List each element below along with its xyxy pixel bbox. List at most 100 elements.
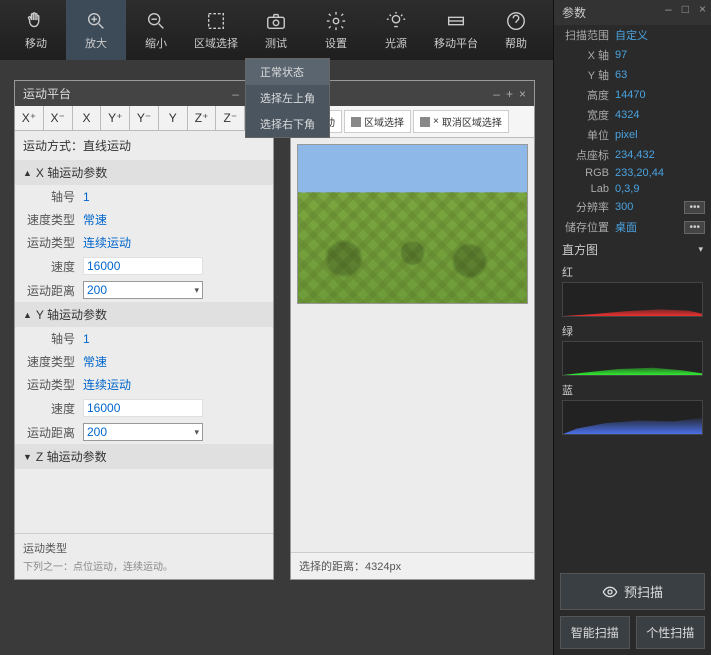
help-icon <box>505 10 527 32</box>
minimize-button[interactable]: – <box>665 2 672 16</box>
hist-label-red: 红 <box>554 262 711 282</box>
param-row: 分辨率300 ••• <box>554 197 711 217</box>
param-key: 扫描范围 <box>560 27 615 43</box>
axis-btn-y-plus[interactable]: Y⁺ <box>101 106 130 130</box>
gear-icon <box>325 10 347 32</box>
platform-icon <box>445 10 467 32</box>
panel-min-icon[interactable]: – <box>232 87 239 101</box>
param-key: 高度 <box>560 87 615 103</box>
tool-zoom-in[interactable]: 放大 <box>66 0 126 60</box>
axis-btn-x-minus[interactable]: X⁻ <box>44 106 73 130</box>
tool-move[interactable]: 移动 <box>6 0 66 60</box>
preview-tool-cancel[interactable]: × 取消区域选择 <box>413 110 509 133</box>
field-label: 运动距离 <box>23 282 83 299</box>
param-value: pixel <box>615 129 638 141</box>
field-label: 轴号 <box>23 330 83 347</box>
dropdown-item[interactable]: 选择右下角 <box>246 111 329 137</box>
value-input[interactable] <box>83 399 203 417</box>
x-axis-row: 运动类型连续运动 <box>15 231 273 254</box>
param-row: 单位pixel <box>554 125 711 145</box>
preview-footer: 选择的距离：4324px <box>291 552 534 579</box>
x-axis-row: 速度 <box>15 254 273 278</box>
axis-btn-y[interactable]: Y <box>159 106 188 130</box>
axis-btn-x-plus[interactable]: X⁺ <box>15 106 44 130</box>
param-key: RGB <box>560 167 615 179</box>
value-text: 常速 <box>83 353 107 370</box>
param-key: 单位 <box>560 127 615 143</box>
axis-btn-y-minus[interactable]: Y⁻ <box>130 106 159 130</box>
axis-btn-x[interactable]: X <box>73 106 102 130</box>
y-axis-row: 速度类型常速 <box>15 350 273 373</box>
motion-mode-label: 运动方式：直线运动 <box>15 131 273 160</box>
tool-settings[interactable]: 设置 <box>306 0 366 60</box>
x-section-header[interactable]: ▲X 轴运动参数 <box>15 160 273 185</box>
collapse-icon: ▲ <box>23 310 32 320</box>
param-row: 储存位置桌面••• <box>554 217 711 237</box>
tool-test[interactable]: 测试 <box>246 0 306 60</box>
param-row: Lab0,3,9 <box>554 181 711 197</box>
dropdown-item[interactable]: 正常状态 <box>246 59 329 85</box>
axis-btn-z-plus[interactable]: Z⁺ <box>188 106 217 130</box>
param-row: X 轴97 <box>554 45 711 65</box>
camera-icon <box>265 10 287 32</box>
footer-title: 运动类型 <box>23 540 265 556</box>
param-row: 点座标234,432 <box>554 145 711 165</box>
param-value: 300 <box>615 201 633 213</box>
zoom-in-icon <box>85 10 107 32</box>
footer-subtitle: 下列之一：点位运动，连续运动。 <box>23 558 265 573</box>
tool-light[interactable]: 光源 <box>366 0 426 60</box>
z-section-header[interactable]: ▼Z 轴运动参数 <box>15 444 273 469</box>
field-label: 速度 <box>23 400 83 417</box>
histogram-header[interactable]: 直方图 ▾ <box>554 237 711 262</box>
region-dropdown: 正常状态 选择左上角 选择右下角 <box>245 58 330 138</box>
panel-close-icon[interactable]: × <box>519 87 526 101</box>
field-label: 速度类型 <box>23 211 83 228</box>
tool-zoom-out[interactable]: 缩小 <box>126 0 186 60</box>
param-key: 分辨率 <box>560 199 615 215</box>
x-axis-row: 运动距离200 <box>15 278 273 302</box>
param-value: 14470 <box>615 89 646 101</box>
hist-label-green: 绿 <box>554 321 711 341</box>
panel-min-icon[interactable]: – <box>493 87 500 101</box>
param-row: Y 轴63 <box>554 65 711 85</box>
y-section-header[interactable]: ▲Y 轴运动参数 <box>15 302 273 327</box>
collapse-icon: ▾ <box>698 244 703 255</box>
panel-add-icon[interactable]: + <box>506 87 513 101</box>
preview-panel: 预览 – + × 移动 区域选择 × 取消区域选择 选择的距离：4324px <box>290 80 535 580</box>
custom-scan-button[interactable]: 个性扫描 <box>636 616 706 649</box>
param-key: 点座标 <box>560 147 615 163</box>
smart-scan-button[interactable]: 智能扫描 <box>560 616 630 649</box>
field-label: 运动距离 <box>23 424 83 441</box>
close-button[interactable]: × <box>699 2 706 16</box>
collapse-icon: ▲ <box>23 168 32 178</box>
more-button[interactable]: ••• <box>684 221 705 234</box>
preview-image[interactable] <box>297 144 528 304</box>
tool-label: 移动平台 <box>434 35 478 51</box>
dropdown-item[interactable]: 选择左上角 <box>246 85 329 111</box>
lightbulb-icon <box>385 10 407 32</box>
value-text: 1 <box>83 332 90 346</box>
tool-select-region[interactable]: 区域选择 <box>186 0 246 60</box>
expand-icon: ▼ <box>23 452 32 462</box>
tool-help[interactable]: 帮助 <box>486 0 546 60</box>
prescan-button[interactable]: 预扫描 <box>560 573 705 610</box>
more-button[interactable]: ••• <box>684 201 705 214</box>
maximize-button[interactable]: □ <box>682 2 689 16</box>
axis-btn-z-minus[interactable]: Z⁻ <box>216 106 245 130</box>
tool-platform[interactable]: 移动平台 <box>426 0 486 60</box>
preview-tool-select[interactable]: 区域选择 <box>344 110 411 133</box>
param-key: 宽度 <box>560 107 615 123</box>
value-text: 1 <box>83 190 90 204</box>
y-axis-row: 速度 <box>15 396 273 420</box>
value-input[interactable] <box>83 257 203 275</box>
tool-label: 设置 <box>325 35 347 51</box>
param-value: 0,3,9 <box>615 183 639 195</box>
motion-panel-header: 运动平台 – + × <box>15 81 273 106</box>
value-dropdown[interactable]: 200 <box>83 423 203 441</box>
tool-label: 光源 <box>385 35 407 51</box>
scan-buttons: 预扫描 智能扫描 个性扫描 <box>554 567 711 655</box>
field-label: 速度类型 <box>23 353 83 370</box>
param-key: 储存位置 <box>560 219 615 235</box>
tool-label: 区域选择 <box>194 35 238 51</box>
value-dropdown[interactable]: 200 <box>83 281 203 299</box>
